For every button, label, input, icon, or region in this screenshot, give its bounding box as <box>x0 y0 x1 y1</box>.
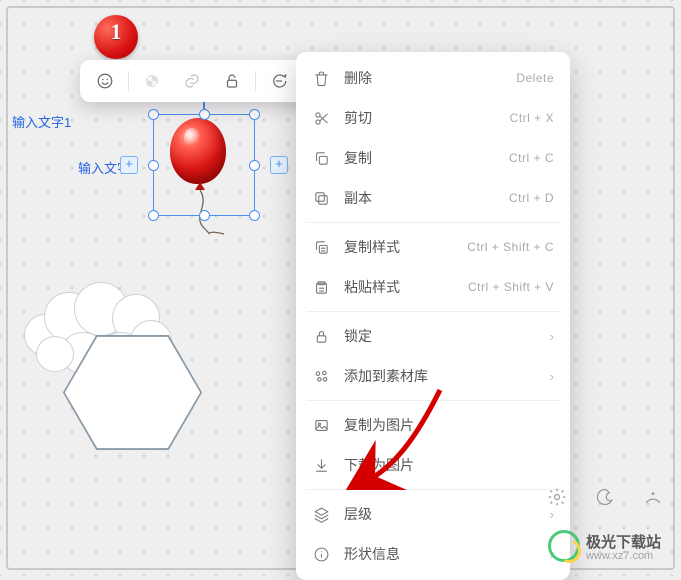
watermark: 极光下载站 www.xz7.com <box>548 530 661 562</box>
info-icon <box>312 545 330 563</box>
menu-shortcut: Ctrl + Shift + C <box>467 240 554 254</box>
menu-label: 下载为图片 <box>344 455 554 475</box>
menu-label: 形状信息 <box>344 544 536 564</box>
context-menu: 删除 Delete 剪切 Ctrl + X 复制 Ctrl + C 副本 Ctr… <box>296 52 570 580</box>
scissors-icon <box>312 109 330 127</box>
menu-label: 剪切 <box>344 108 496 128</box>
unlock-icon[interactable] <box>213 66 251 96</box>
menu-item-copy-as-image[interactable]: 复制为图片 <box>296 405 570 445</box>
menu-item-download-image[interactable]: 下载为图片 <box>296 445 570 485</box>
menu-shortcut: Ctrl + C <box>509 151 554 165</box>
duplicate-icon <box>312 189 330 207</box>
emoji-icon[interactable] <box>86 66 124 96</box>
menu-shortcut: Ctrl + D <box>509 191 554 205</box>
menu-shortcut: Delete <box>516 71 554 85</box>
watermark-title: 极光下载站 <box>586 531 661 552</box>
menu-item-duplicate[interactable]: 副本 Ctrl + D <box>296 178 570 218</box>
paste-style-icon <box>312 278 330 296</box>
menu-label: 复制为图片 <box>344 415 554 435</box>
connector-handle-e[interactable]: + <box>270 156 288 174</box>
menu-label: 粘贴样式 <box>344 277 454 297</box>
text-label-1[interactable]: 输入文字1 <box>12 112 71 131</box>
menu-separator <box>306 311 560 312</box>
help-icon[interactable] <box>643 487 663 510</box>
menu-item-paste-style[interactable]: 粘贴样式 Ctrl + Shift + V <box>296 267 570 307</box>
menu-separator <box>306 489 560 490</box>
layers-icon <box>312 505 330 523</box>
image-icon <box>312 416 330 434</box>
resize-handle-tr[interactable] <box>249 109 260 120</box>
menu-label: 添加到素材库 <box>344 366 536 386</box>
resize-handle-br[interactable] <box>249 210 260 221</box>
watermark-logo-icon <box>548 530 580 562</box>
menu-label: 复制 <box>344 148 495 168</box>
canvas-area[interactable]: 1 输入文字1 输入文字1 + + <box>0 0 681 576</box>
watermark-url: www.xz7.com <box>586 550 661 562</box>
copy-style-icon <box>312 238 330 256</box>
resize-handle-t[interactable] <box>199 109 210 120</box>
copy-icon <box>312 149 330 167</box>
transparency-icon[interactable] <box>133 66 171 96</box>
menu-label: 锁定 <box>344 326 536 346</box>
palette-icon <box>312 367 330 385</box>
resize-handle-tl[interactable] <box>148 109 159 120</box>
link-icon[interactable] <box>173 66 211 96</box>
toolbar-separator <box>255 71 256 91</box>
badge-number: 1 <box>94 19 138 45</box>
menu-label: 复制样式 <box>344 237 453 257</box>
menu-item-shape-info[interactable]: 形状信息 › <box>296 534 570 574</box>
menu-item-cut[interactable]: 剪切 Ctrl + X <box>296 98 570 138</box>
comment-icon[interactable] <box>260 66 298 96</box>
menu-item-copy[interactable]: 复制 Ctrl + C <box>296 138 570 178</box>
resize-handle-b[interactable] <box>199 210 210 221</box>
menu-item-add-material[interactable]: 添加到素材库 › <box>296 356 570 396</box>
trash-icon <box>312 69 330 87</box>
download-icon <box>312 456 330 474</box>
settings-icon[interactable] <box>547 487 567 510</box>
menu-shortcut: Ctrl + Shift + V <box>468 280 554 294</box>
resize-handle-bl[interactable] <box>148 210 159 221</box>
menu-label: 删除 <box>344 68 502 88</box>
menu-label: 副本 <box>344 188 495 208</box>
menu-shortcut: Ctrl + X <box>510 111 554 125</box>
selection-box[interactable]: + + <box>153 114 255 216</box>
menu-separator <box>306 222 560 223</box>
lock-icon <box>312 327 330 345</box>
toolbar-separator <box>128 71 129 91</box>
theme-icon[interactable] <box>595 487 615 510</box>
menu-item-layer[interactable]: 层级 › <box>296 494 570 534</box>
menu-label: 层级 <box>344 504 536 524</box>
menu-item-copy-style[interactable]: 复制样式 Ctrl + Shift + C <box>296 227 570 267</box>
menu-item-lock[interactable]: 锁定 › <box>296 316 570 356</box>
bottom-right-toolbar <box>547 487 663 510</box>
menu-item-delete[interactable]: 删除 Delete <box>296 58 570 98</box>
chevron-right-icon: › <box>550 369 554 384</box>
hexagon-shape[interactable] <box>60 330 205 455</box>
resize-handle-r[interactable] <box>249 160 260 171</box>
connector-handle-w[interactable]: + <box>120 156 138 174</box>
resize-handle-l[interactable] <box>148 160 159 171</box>
chevron-right-icon: › <box>550 329 554 344</box>
menu-separator <box>306 400 560 401</box>
